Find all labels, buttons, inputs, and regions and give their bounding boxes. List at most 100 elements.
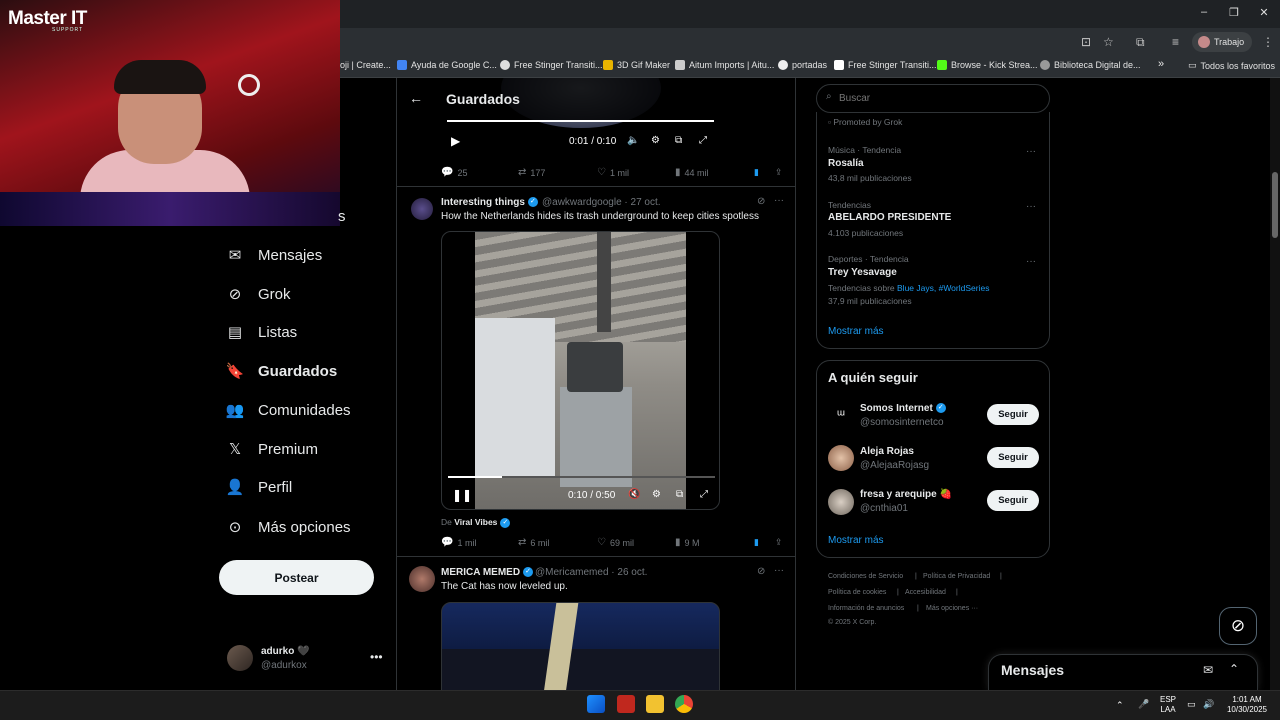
pip-icon[interactable]: ⧉: [675, 135, 682, 146]
footer-link[interactable]: Política de Privacidad: [923, 573, 990, 580]
bookmark-item[interactable]: portadas: [778, 60, 827, 70]
tweet-author[interactable]: Interesting things ✓: [441, 197, 538, 208]
more-horizontal-icon[interactable]: ···: [1026, 146, 1036, 157]
repost-button[interactable]: ⇄ 6 mil: [518, 537, 549, 548]
volume-icon[interactable]: 🔊: [1203, 699, 1214, 709]
more-horizontal-icon[interactable]: ···: [774, 195, 784, 206]
post-button[interactable]: Postear: [219, 560, 374, 595]
video-thumbnail[interactable]: [441, 602, 720, 690]
volume-icon[interactable]: 🔈: [627, 135, 639, 146]
star-icon[interactable]: ☆: [1103, 35, 1114, 49]
bookmark-item[interactable]: Biblioteca Digital de...: [1040, 60, 1141, 70]
footer-link[interactable]: Información de anuncios: [828, 605, 904, 612]
bookmark-item[interactable]: Free Stinger Transiti...: [834, 60, 937, 70]
show-more-link[interactable]: Mostrar más: [828, 326, 884, 337]
profile-chip[interactable]: Trabajo: [1192, 32, 1252, 52]
fullscreen-icon[interactable]: ⤢: [700, 489, 708, 500]
views-button[interactable]: ▮ 9 M: [675, 537, 700, 548]
bookmark-item[interactable]: 3D Gif Maker: [603, 60, 670, 70]
trend-name[interactable]: Rosalía: [828, 158, 864, 169]
more-horizontal-icon[interactable]: ···: [1026, 256, 1036, 267]
video-progress[interactable]: [447, 120, 714, 122]
avatar[interactable]: [411, 198, 433, 220]
follow-button[interactable]: Seguir: [987, 404, 1039, 425]
close-icon[interactable]: ✕: [1254, 6, 1274, 19]
avatar[interactable]: [409, 566, 435, 592]
minimize-icon[interactable]: –: [1194, 6, 1214, 18]
footer-link[interactable]: Condiciones de Servicio: [828, 573, 903, 580]
search-input[interactable]: [816, 84, 1050, 113]
scrollbar-thumb[interactable]: [1272, 172, 1278, 238]
tweet-handle[interactable]: @Mericamemed · 26 oct.: [535, 567, 647, 578]
more-horizontal-icon[interactable]: ···: [774, 565, 784, 576]
bookmark-item[interactable]: Aitum Imports | Aitu...: [675, 60, 774, 70]
bookmark-item[interactable]: Ayuda de Google C...: [397, 60, 497, 70]
somos-internet-logo-icon[interactable]: ᵚ: [828, 401, 854, 427]
follow-name[interactable]: Somos Internet ✓: [860, 403, 946, 414]
scrollbar[interactable]: [1270, 78, 1280, 690]
extensions-icon[interactable]: ⧉: [1136, 35, 1145, 50]
more-horizontal-icon[interactable]: •••: [370, 650, 383, 664]
trend-name[interactable]: ABELARDO PRESIDENTE: [828, 212, 951, 223]
reply-button[interactable]: 💬 1 mil: [441, 537, 476, 548]
nav-premium[interactable]: 𝕏 Premium: [226, 440, 318, 459]
more-horizontal-icon[interactable]: ···: [1026, 201, 1036, 212]
show-more-link[interactable]: Mostrar más: [828, 535, 884, 546]
grok-icon[interactable]: ⊘: [757, 566, 765, 577]
bookmark-item[interactable]: oji | Create...: [340, 60, 391, 70]
avatar[interactable]: [227, 645, 253, 671]
bookmark-icon[interactable]: ▮: [754, 537, 759, 548]
chrome-icon[interactable]: [675, 695, 693, 713]
nav-grok[interactable]: ⊘ Grok: [226, 285, 291, 304]
footer-link[interactable]: Accesibilidad: [905, 589, 946, 596]
bookmark-icon[interactable]: ▮: [754, 167, 759, 178]
back-arrow-icon[interactable]: ←: [409, 90, 423, 106]
tweet-handle[interactable]: @awkwardgoogle · 27 oct.: [542, 197, 661, 208]
new-message-icon[interactable]: ✉: [1203, 663, 1213, 677]
follow-name[interactable]: Aleja Rojas: [860, 446, 914, 457]
install-app-icon[interactable]: ⊡: [1081, 35, 1091, 49]
avatar[interactable]: [828, 445, 854, 471]
clock[interactable]: 1:01 AM 10/30/2025: [1222, 695, 1272, 715]
bookmark-item[interactable]: Free Stinger Transiti...: [500, 60, 603, 70]
settings-icon[interactable]: ⚙: [651, 135, 660, 146]
fullscreen-icon[interactable]: ⤢: [699, 135, 707, 146]
share-icon[interactable]: ⇪: [775, 537, 783, 548]
nav-communities[interactable]: 👥 Comunidades: [226, 401, 351, 420]
video-source[interactable]: De Viral Vibes ✓: [441, 517, 511, 528]
nav-bookmarks[interactable]: 🔖 Guardados: [226, 362, 338, 381]
follow-button[interactable]: Seguir: [987, 447, 1039, 468]
views-button[interactable]: ▮ 44 mil: [675, 167, 709, 178]
expand-icon[interactable]: ⌃: [1229, 662, 1239, 676]
file-explorer-icon[interactable]: [646, 695, 664, 713]
language-indicator[interactable]: ESP LAA: [1156, 695, 1180, 715]
mute-icon[interactable]: 🔇: [628, 489, 640, 500]
settings-icon[interactable]: ⚙: [652, 489, 661, 500]
mic-icon[interactable]: 🎤: [1138, 699, 1149, 709]
video-player[interactable]: ❚❚ 0:10 / 0:50 🔇 ⚙ ⧉ ⤢: [441, 231, 720, 510]
trend-related-links[interactable]: Blue Jays, #WorldSeries: [897, 283, 989, 293]
tweet-author[interactable]: MERICA MEMED ✓: [441, 567, 534, 578]
like-button[interactable]: ♡ 69 mil: [597, 537, 634, 548]
app-icon[interactable]: [617, 695, 635, 713]
grok-icon[interactable]: ⊘: [1219, 607, 1257, 645]
nav-profile[interactable]: 👤 Perfil: [226, 478, 293, 497]
trend-name[interactable]: Trey Yesavage: [828, 267, 897, 278]
like-button[interactable]: ♡ 1 mil: [597, 167, 629, 178]
windows-start-icon[interactable]: [587, 695, 605, 713]
footer-link[interactable]: Más opciones ···: [926, 605, 978, 612]
follow-name[interactable]: fresa y arequipe 🍓: [860, 489, 952, 500]
reply-button[interactable]: 💬 25: [441, 167, 467, 178]
all-bookmarks[interactable]: ▭ Todos los favoritos: [1188, 60, 1275, 71]
share-icon[interactable]: ⇪: [775, 167, 783, 178]
avatar[interactable]: [828, 489, 854, 515]
follow-button[interactable]: Seguir: [987, 490, 1039, 511]
restore-icon[interactable]: ❐: [1224, 6, 1244, 19]
network-icon[interactable]: ▭: [1187, 699, 1196, 709]
footer-link[interactable]: Política de cookies: [828, 589, 886, 596]
chevron-up-icon[interactable]: ⌃: [1116, 700, 1124, 710]
nav-more[interactable]: ⊙ Más opciones: [226, 518, 351, 537]
grok-icon[interactable]: ⊘: [757, 196, 765, 207]
play-icon[interactable]: ▶: [451, 134, 460, 148]
nav-messages[interactable]: ✉ Mensajes: [226, 246, 323, 265]
